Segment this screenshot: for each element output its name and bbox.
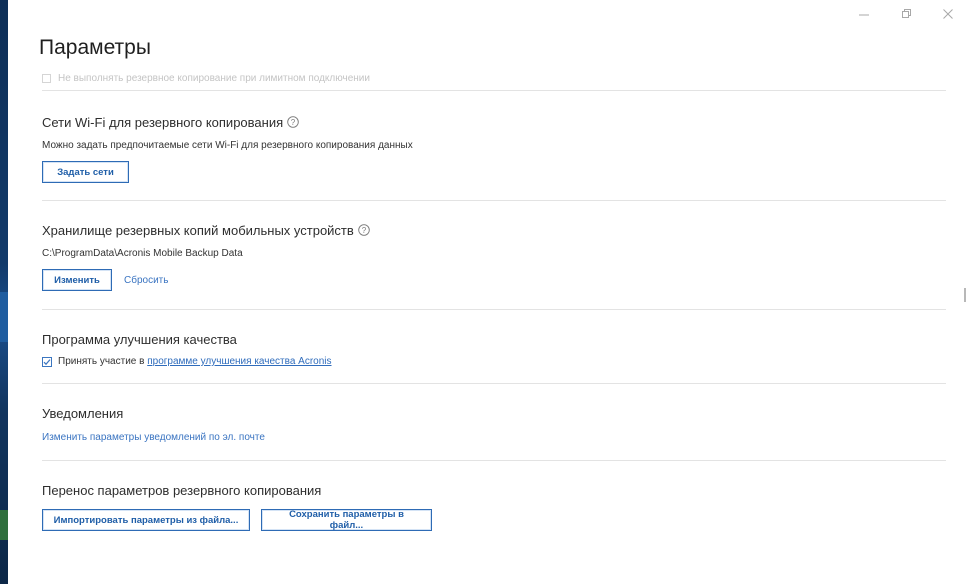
quality-program-section: Программа улучшения качества Принять уча…: [42, 310, 946, 383]
wifi-section: Сети Wi-Fi для резервного копирования ? …: [42, 91, 946, 200]
svg-text:?: ?: [291, 118, 296, 127]
help-icon[interactable]: ?: [358, 224, 370, 236]
metered-label: Не выполнять резервное копирование при л…: [58, 72, 370, 84]
mobile-storage-title-text: Хранилище резервных копий мобильных устр…: [42, 222, 354, 238]
change-path-button[interactable]: Изменить: [42, 269, 112, 291]
sidebar-marker: [0, 510, 8, 540]
window-controls: [856, 6, 956, 22]
minimize-icon[interactable]: [856, 6, 872, 22]
quality-checkbox-label: Принять участие в: [58, 356, 148, 367]
set-networks-button[interactable]: Задать сети: [42, 161, 129, 183]
import-settings-button[interactable]: Импортировать параметры из файла...: [42, 509, 250, 531]
notifications-section: Уведомления Изменить параметры уведомлен…: [42, 384, 946, 460]
mobile-storage-section: Хранилище резервных копий мобильных устр…: [42, 201, 946, 309]
restore-icon[interactable]: [898, 6, 914, 22]
save-settings-button[interactable]: Сохранить параметры в файл...: [261, 509, 432, 531]
settings-content: Не выполнять резервное копирование при л…: [42, 66, 946, 531]
quality-participation-checkbox[interactable]: [42, 356, 52, 367]
quality-participation-row: Принять участие в программе улучшения ка…: [42, 356, 946, 367]
quality-program-link[interactable]: программе улучшения качества Acronis: [147, 356, 331, 367]
transfer-settings-section: Перенос параметров резервного копировани…: [42, 461, 946, 531]
reset-path-link[interactable]: Сбросить: [124, 275, 168, 286]
left-sidebar-strip: [0, 0, 8, 584]
quality-program-title: Программа улучшения качества: [42, 331, 237, 347]
wifi-section-title: Сети Wi-Fi для резервного копирования ?: [42, 113, 946, 131]
wifi-description: Можно задать предпочитаемые сети Wi-Fi д…: [42, 140, 413, 151]
notifications-title: Уведомления: [42, 405, 124, 421]
svg-text:?: ?: [362, 226, 367, 235]
wifi-title-text: Сети Wi-Fi для резервного копирования: [42, 114, 284, 130]
mobile-storage-title: Хранилище резервных копий мобильных устр…: [42, 221, 946, 239]
metered-checkbox[interactable]: [42, 73, 51, 83]
close-icon[interactable]: [940, 6, 956, 22]
help-icon[interactable]: ?: [287, 116, 299, 128]
transfer-settings-title: Перенос параметров резервного копировани…: [42, 482, 322, 498]
email-notifications-link[interactable]: Изменить параметры уведомлений по эл. по…: [42, 432, 946, 443]
sidebar-highlight: [0, 292, 8, 342]
mobile-storage-path: C:\ProgramData\Acronis Mobile Backup Dat…: [42, 248, 243, 259]
metered-connection-option[interactable]: Не выполнять резервное копирование при л…: [42, 66, 946, 90]
page-title: Параметры: [39, 36, 151, 59]
